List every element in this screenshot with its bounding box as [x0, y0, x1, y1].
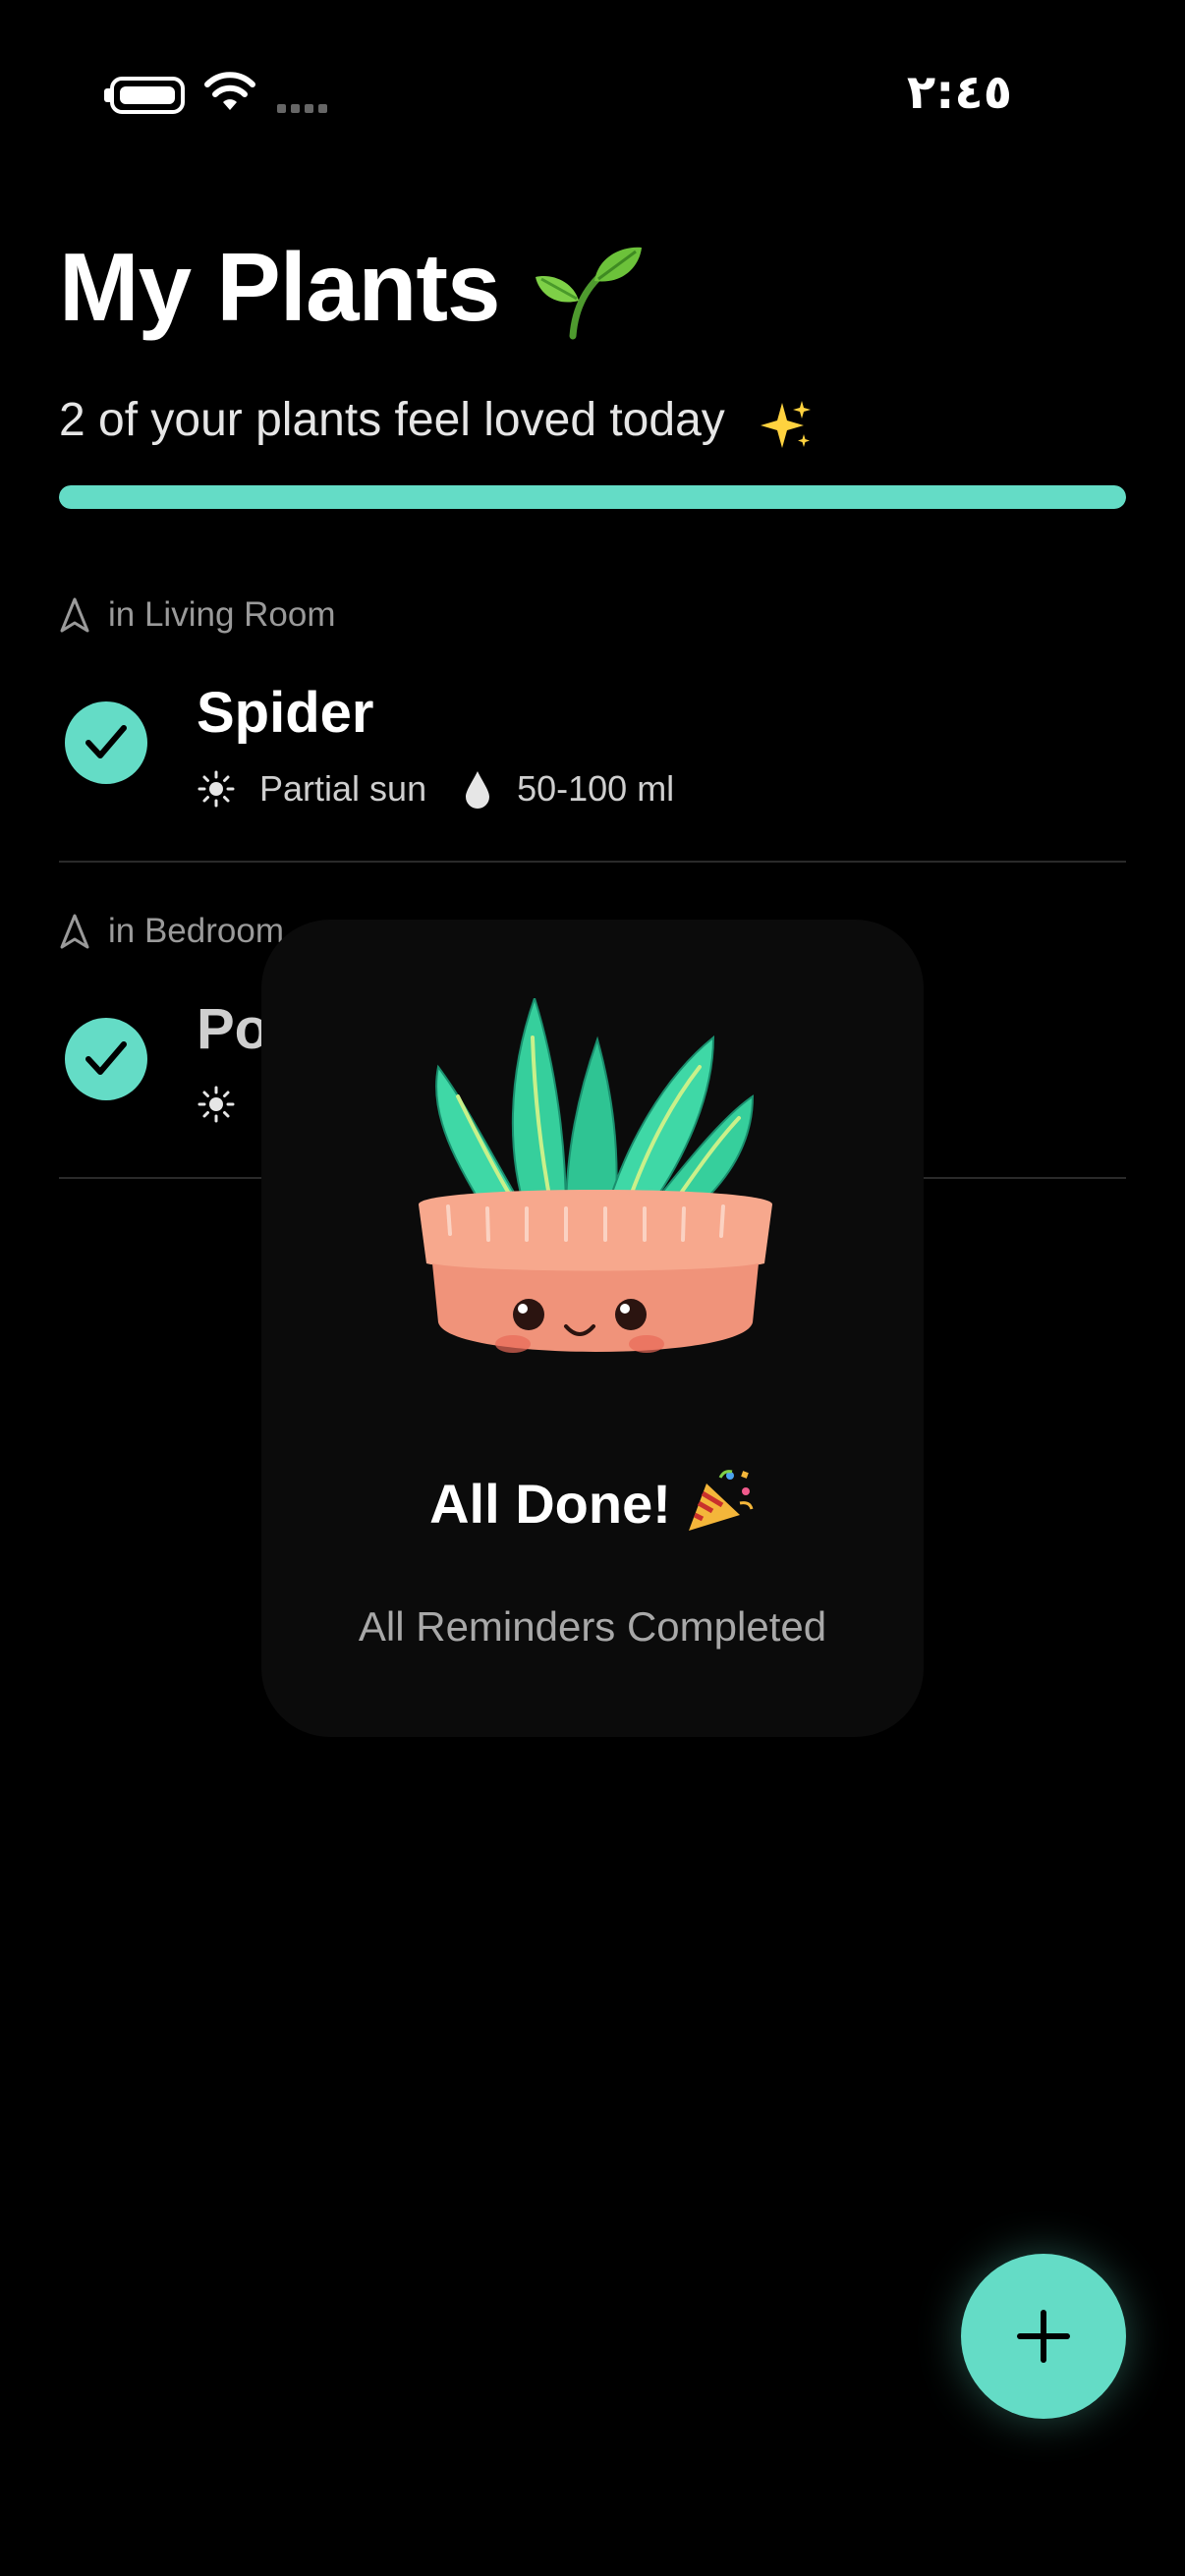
- water-amount: 50-100 ml: [517, 768, 675, 809]
- smiling-potted-aloe-illustration: [419, 998, 772, 1353]
- seedling-icon: [536, 247, 642, 340]
- divider: [59, 861, 1126, 863]
- plant-care-info: Partial sun 50-100 ml: [197, 768, 674, 810]
- location-text: in Living Room: [108, 595, 336, 634]
- care-progress-fill: [59, 485, 1126, 509]
- plant-name: Po: [197, 997, 270, 1061]
- all-done-subtitle: All Reminders Completed: [358, 1603, 827, 1650]
- all-done-title: All Done!: [261, 1468, 924, 1536]
- completed-check-button[interactable]: [65, 1018, 147, 1100]
- party-popper-icon: [688, 1470, 754, 1531]
- all-done-title-text: All Done!: [429, 1473, 671, 1535]
- completed-check-button[interactable]: [65, 701, 147, 784]
- battery-full-icon: [104, 77, 185, 114]
- add-plant-button[interactable]: [961, 2254, 1126, 2419]
- wifi-icon: [204, 72, 255, 110]
- location-arrow-icon: [60, 597, 89, 633]
- light-requirement: Partial sun: [259, 768, 427, 809]
- water-drop-icon: [466, 771, 490, 809]
- location-arrow-icon: [60, 914, 89, 949]
- plant-row-spider[interactable]: Spider Partial sun 50-100 ml: [59, 680, 1126, 867]
- plants-screen: ٢:٤٥ My Plants 2 of your plants feel lov…: [0, 0, 1185, 2576]
- location-label-living-room: in Living Room: [59, 595, 336, 635]
- status-bar: ٢:٤٥: [0, 0, 1185, 187]
- all-done-card: All Done! All Reminders Completed: [261, 920, 924, 1737]
- care-progress-bar: [59, 485, 1126, 509]
- checkmark-icon: [85, 725, 127, 758]
- location-text: in Bedroom: [108, 912, 284, 950]
- checkmark-icon: [85, 1041, 127, 1075]
- sun-icon: [198, 1086, 235, 1123]
- plant-care-info: [197, 1085, 259, 1124]
- status-time: ٢:٤٥: [906, 65, 1012, 120]
- sparkles-icon: [761, 401, 811, 448]
- progress-message: 2 of your plants feel loved today: [59, 394, 725, 446]
- signal-dots-icon: [277, 104, 327, 113]
- plant-name: Spider: [197, 681, 374, 745]
- location-label-bedroom: in Bedroom: [59, 912, 284, 951]
- page-title: My Plants: [59, 233, 500, 341]
- sun-icon: [198, 770, 235, 808]
- plus-icon: [1017, 2310, 1070, 2363]
